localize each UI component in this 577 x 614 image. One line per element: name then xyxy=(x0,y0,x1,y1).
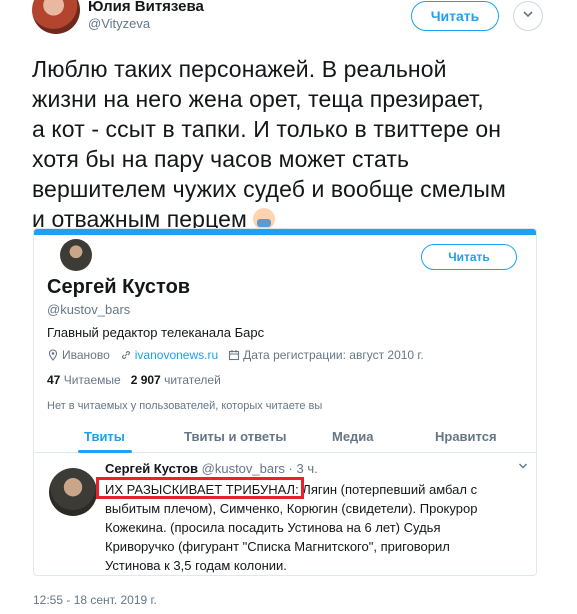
followers-count[interactable]: 2 907 xyxy=(131,373,161,387)
follow-button[interactable]: Читать xyxy=(411,1,499,31)
author-avatar[interactable] xyxy=(32,0,80,34)
profile-bio: Главный редактор телеканала Барс xyxy=(47,325,265,340)
profile-meta: Иваново ivanovonews.ru Дата регистрации:… xyxy=(47,348,424,362)
author-name[interactable]: Юлия Витязева xyxy=(88,0,204,15)
chevron-down-icon xyxy=(518,461,528,474)
profile-stats: 47 Читаемые 2 907 читателей xyxy=(47,373,221,387)
profile-website-link[interactable]: ivanovonews.ru xyxy=(135,348,218,362)
tweet-text: Люблю таких персонажей. В реальной жизни… xyxy=(32,54,552,234)
profile-location: Иваново xyxy=(62,348,110,362)
no-common-followers-note: Нет в читаемых у пользователей, которых … xyxy=(47,400,323,412)
profile-tweet: Сергей Кустов @kustov_bars · 3 ч. ИХ РАЗ… xyxy=(34,453,536,575)
followers-label[interactable]: читателей xyxy=(164,373,221,387)
profile-banner xyxy=(34,229,536,235)
location-icon xyxy=(48,349,58,361)
profile-tweet-line: Криворучко (фигурант "Списка Магнитского… xyxy=(105,539,450,554)
tab-tweets[interactable]: Твиты xyxy=(84,429,125,444)
profile-tabs: Твиты Твиты и ответы Медиа Нравится xyxy=(34,421,536,453)
profile-tweet-line: Кожекина. (просила посадить Устинова на … xyxy=(105,520,441,535)
profile-screenshot-card: Читать Сергей Кустов @kustov_bars Главны… xyxy=(33,228,537,576)
profile-name: Сергей Кустов xyxy=(47,276,191,298)
profile-tweet-name: Сергей Кустов xyxy=(105,461,199,476)
calendar-icon xyxy=(229,350,240,361)
tab-media[interactable]: Медиа xyxy=(332,429,374,444)
profile-follow-button[interactable]: Читать xyxy=(421,244,517,270)
tweet-timestamp[interactable]: 12:55 - 18 сент. 2019 г. xyxy=(33,593,157,607)
tweet-header: Юлия Витязева @Vityzeva Читать xyxy=(0,0,577,44)
profile-tweet-avatar xyxy=(49,468,97,516)
facepalm-emoji-icon xyxy=(253,208,276,230)
highlight-box xyxy=(96,477,304,499)
author-handle[interactable]: @Vityzeva xyxy=(88,16,150,31)
tweet-line: жизни на него жена орет, теща презирает, xyxy=(32,86,484,112)
tweet-line: вершителем чужих судеб и вообще смелым xyxy=(32,176,506,202)
chevron-down-icon[interactable] xyxy=(513,1,543,31)
profile-tweet-line: выбитым плечом), Симченко, Корюгин (свид… xyxy=(105,501,478,516)
profile-handle: @kustov_bars xyxy=(47,302,131,317)
profile-tweet-handle-time: @kustov_bars · 3 ч. xyxy=(201,461,318,476)
following-count[interactable]: 47 xyxy=(47,373,60,387)
profile-tweet-header: Сергей Кустов @kustov_bars · 3 ч. xyxy=(105,461,318,476)
following-label[interactable]: Читаемые xyxy=(64,373,121,387)
profile-tweet-line: Устинова к 3,5 годам колонии. xyxy=(105,558,287,573)
tweet-line: Люблю таких персонажей. В реальной xyxy=(32,56,447,82)
tweet-line: а кот - ссыт в тапки. И только в твиттер… xyxy=(32,116,502,142)
profile-joined: Дата регистрации: август 2010 г. xyxy=(243,348,424,362)
tab-likes[interactable]: Нравится xyxy=(435,429,497,444)
tweet-line: хотя бы на пару часов может стать xyxy=(32,146,410,172)
tab-tweets-replies[interactable]: Твиты и ответы xyxy=(184,429,286,444)
link-icon xyxy=(121,351,130,359)
profile-avatar xyxy=(60,239,92,271)
